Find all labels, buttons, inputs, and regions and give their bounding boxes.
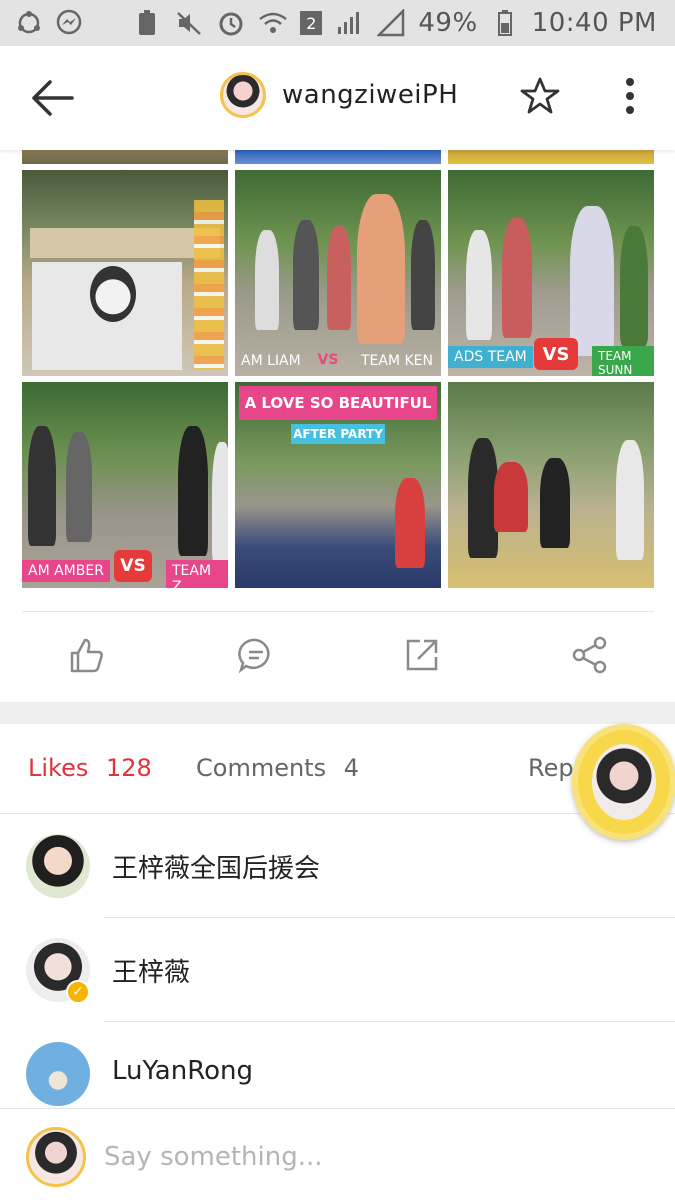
open-button[interactable] (402, 635, 442, 675)
thumbs-up-icon (70, 638, 103, 673)
app-header: wangziweiPH (0, 46, 675, 150)
comment-bar (0, 1108, 675, 1200)
avatar (26, 1042, 90, 1106)
tab-likes-count: 128 (106, 754, 152, 782)
back-arrow-icon (32, 80, 74, 116)
header-avatar (220, 72, 266, 118)
tab-reposts-label: Rep (528, 754, 574, 782)
comment-input[interactable] (104, 1137, 624, 1177)
battery-saver-icon (132, 8, 162, 38)
photo-thumbnail[interactable] (22, 170, 228, 376)
sim-badge: 2 (300, 11, 323, 35)
photo-thumbnail[interactable]: A LOVE SO BEAUTIFUL AFTER PARTY (235, 382, 441, 588)
user-name: 王梓薇 (112, 958, 191, 988)
section-gap (0, 702, 675, 724)
divider (22, 611, 654, 612)
alarm-icon (216, 8, 246, 38)
photo-thumbnail[interactable] (22, 150, 228, 164)
team-label: TEAM KEN (361, 353, 434, 369)
star-icon (520, 77, 560, 114)
verified-badge-icon: ✓ (66, 980, 90, 1004)
battery-icon (490, 8, 520, 38)
tab-likes-label: Likes (28, 754, 89, 782)
tab-reposts[interactable]: Rep (528, 754, 574, 782)
like-button[interactable] (66, 635, 106, 675)
tab-likes[interactable]: Likes 128 (28, 754, 152, 782)
avatar (26, 834, 90, 898)
comment-button[interactable] (236, 635, 276, 675)
share-icon (572, 636, 607, 674)
vs-badge: VS (114, 550, 152, 582)
tab-comments[interactable]: Comments 4 (196, 754, 359, 782)
sync-icon (14, 8, 44, 38)
share-button[interactable] (570, 635, 610, 675)
vs-badge: VS (534, 338, 578, 370)
comment-icon (238, 638, 270, 674)
wifi-icon (258, 8, 288, 38)
team-label: AM AMBER (22, 560, 110, 582)
more-button[interactable] (618, 74, 642, 118)
user-name: LuYanRong (112, 1056, 254, 1086)
clock: 10:40 PM (531, 8, 657, 38)
tab-comments-label: Comments (196, 754, 327, 782)
page-title: wangziweiPH (282, 80, 459, 110)
tab-comments-count: 4 (343, 754, 360, 782)
photo-thumbnail[interactable]: AM AMBER VS TEAM Z (22, 382, 228, 588)
favorite-button[interactable] (520, 76, 560, 116)
photo-thumbnail[interactable]: AM LIAM VS TEAM KEN (235, 170, 441, 376)
vs-badge: VS (317, 352, 339, 368)
banner-title: A LOVE SO BEAUTIFUL (239, 386, 437, 420)
team-label: TEAM SUNN (592, 346, 654, 376)
poster-face (90, 266, 136, 322)
battery-percent: 49% (418, 8, 478, 38)
photo-thumbnail[interactable] (448, 150, 654, 164)
signal-icon (334, 8, 364, 38)
floating-avatar-button[interactable] (572, 724, 675, 840)
header-profile[interactable]: wangziweiPH (220, 72, 458, 118)
team-label: AM LIAM (241, 353, 301, 369)
mute-icon (174, 8, 204, 38)
messenger-icon (54, 8, 84, 38)
external-link-icon (406, 639, 438, 671)
floating-avatar-image (592, 744, 656, 820)
list-item[interactable]: 王梓薇全国后援会 (0, 814, 675, 918)
team-label: TEAM Z (166, 560, 228, 588)
photo-thumbnail[interactable]: ADS TEAM VS TEAM SUNN (448, 170, 654, 376)
post-actions (0, 625, 675, 691)
table (30, 228, 220, 258)
team-label: ADS TEAM (448, 346, 533, 368)
back-button[interactable] (28, 76, 76, 120)
list-item[interactable]: ✓ 王梓薇 (0, 918, 675, 1022)
flower-border (194, 200, 224, 370)
current-user-avatar (26, 1127, 86, 1187)
banner-subtitle: AFTER PARTY (291, 424, 385, 444)
more-vertical-icon (626, 78, 634, 114)
status-bar: 2 49% 10:40 PM (0, 0, 675, 46)
signal-2-icon (376, 8, 406, 38)
photo-thumbnail[interactable] (235, 150, 441, 164)
photo-grid: AM LIAM VS TEAM KEN ADS TEAM VS TEAM SUN… (22, 150, 654, 590)
photo-thumbnail[interactable] (448, 382, 654, 588)
user-name: 王梓薇全国后援会 (112, 854, 321, 884)
